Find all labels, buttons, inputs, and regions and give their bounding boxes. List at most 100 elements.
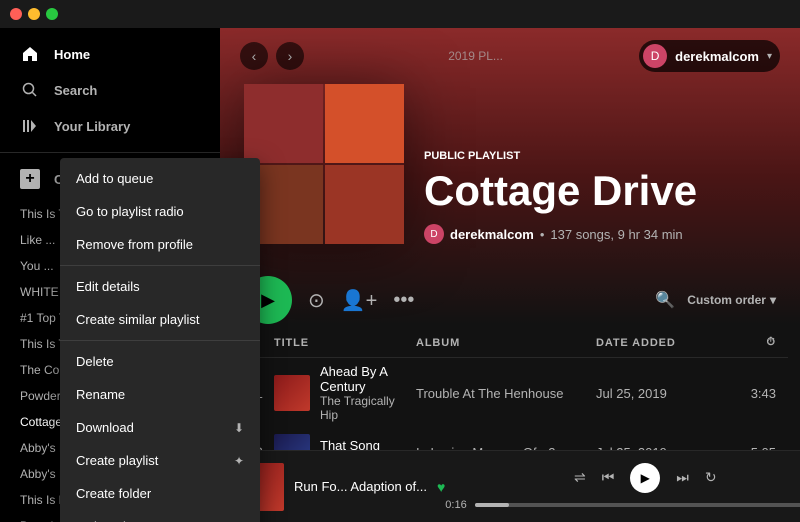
sidebar-item-home[interactable]: Home (8, 36, 212, 72)
library-label: Your Library (54, 119, 130, 134)
track-search-icon[interactable]: 🔍 (655, 290, 675, 310)
progress-bar[interactable] (475, 503, 800, 507)
track-date: Jul 25, 2019 (596, 386, 716, 401)
sidebar-item-search[interactable]: Search (8, 72, 212, 108)
context-menu-divider (60, 265, 260, 266)
controls-bar: ▶ ⊙ 👤+ ••• 🔍 Custom order ▾ (220, 264, 800, 336)
now-playing: Run Fo... Adaption of... ♥ (236, 463, 445, 511)
avatar: D (643, 44, 667, 68)
col-title: TITLE (274, 337, 416, 349)
context-menu-divider2 (60, 340, 260, 341)
context-menu-go-to-playlist-radio[interactable]: Go to playlist radio (60, 195, 260, 228)
table-row[interactable]: 2 That Song Big Wreck In Loving Memory O… (232, 428, 788, 450)
search-icon (20, 80, 40, 100)
minimize-button[interactable] (28, 8, 40, 20)
time-current: 0:16 (445, 499, 466, 511)
context-menu-rename[interactable]: Rename (60, 378, 260, 411)
next-button[interactable]: ⏭ (676, 469, 689, 486)
user-menu[interactable]: D derekmalcom ▾ (639, 40, 780, 72)
play-pause-button[interactable]: ▶ (630, 463, 660, 493)
table-row[interactable]: 1 Ahead By A Century The Tragically Hip … (232, 358, 788, 428)
app-body: Home Search Your Library + Create Playli… (0, 28, 800, 522)
maximize-button[interactable] (46, 8, 58, 20)
nearby-playlist-label: 2019 PL... (448, 49, 503, 63)
playlist-meta: D derekmalcom • 137 songs, 9 hr 34 min (424, 224, 776, 244)
track-album: Trouble At The Henhouse (416, 386, 596, 401)
track-text: Ahead By A Century The Tragically Hip (320, 364, 416, 422)
playback-controls: ⇌ ⏮ ▶ ⏭ ↻ (574, 463, 717, 493)
chevron-down-icon: ▾ (770, 293, 776, 307)
main-content: ‹ › 2019 PL... D derekmalcom ▾ PUBLIC PL… (220, 28, 800, 522)
custom-order-button[interactable]: Custom order ▾ (687, 293, 776, 307)
download-label: Download (76, 420, 134, 435)
owner-avatar: D (424, 224, 444, 244)
custom-order-label: Custom order (687, 293, 766, 307)
user-chevron-icon: ▾ (767, 51, 772, 62)
context-menu-make-private[interactable]: Make private (60, 510, 260, 522)
track-info: That Song Big Wreck (274, 434, 416, 450)
back-button[interactable]: ‹ (240, 42, 268, 70)
sidebar-item-library[interactable]: Your Library (8, 108, 212, 144)
track-text: That Song Big Wreck (320, 438, 380, 451)
now-playing-info: Run Fo... Adaption of... (294, 479, 427, 494)
username-label: derekmalcom (675, 49, 759, 64)
col-album: ALBUM (416, 337, 596, 349)
progress-bar-area: 0:16 5:28 (445, 499, 800, 511)
add-user-icon[interactable]: 👤+ (341, 288, 378, 313)
col-date: DATE ADDED (596, 337, 716, 349)
window-controls (10, 8, 58, 20)
context-menu-remove-from-profile[interactable]: Remove from profile (60, 228, 260, 261)
playlist-title: Cottage Drive (424, 168, 776, 214)
home-icon (20, 44, 40, 64)
context-menu-download[interactable]: Download ⬇ (60, 411, 260, 444)
context-menu-delete[interactable]: Delete (60, 345, 260, 378)
context-menu-create-playlist[interactable]: Create playlist ✦ (60, 444, 260, 477)
titlebar (0, 0, 800, 28)
context-menu-edit-details[interactable]: Edit details (60, 270, 260, 303)
download-circle-icon[interactable]: ⊙ (308, 288, 325, 313)
controls-right: 🔍 Custom order ▾ (655, 290, 776, 310)
sidebar-divider (0, 152, 220, 153)
more-options-icon[interactable]: ••• (393, 289, 414, 312)
track-title: That Song (320, 438, 380, 451)
topbar: ‹ › 2019 PL... D derekmalcom ▾ (220, 28, 800, 84)
context-menu-add-to-queue[interactable]: Add to queue (60, 162, 260, 195)
add-icon: ✦ (234, 454, 244, 468)
heart-icon[interactable]: ♥ (437, 479, 445, 495)
context-menu: Add to queue Go to playlist radio Remove… (60, 158, 260, 522)
bottom-player: Run Fo... Adaption of... ♥ ⇌ ⏮ ▶ ⏭ ↻ 0:1… (220, 450, 800, 522)
home-label: Home (54, 47, 90, 62)
cover-cell-2 (325, 84, 404, 163)
create-playlist-label2: Create playlist (76, 453, 158, 468)
track-duration: 3:43 (716, 386, 776, 401)
sidebar: Home Search Your Library + Create Playli… (0, 28, 220, 522)
shuffle-button[interactable]: ⇌ (574, 469, 586, 486)
library-icon (20, 116, 40, 136)
track-info: Ahead By A Century The Tragically Hip (274, 364, 416, 422)
search-label: Search (54, 83, 97, 98)
close-button[interactable] (10, 8, 22, 20)
progress-fill (475, 503, 509, 507)
context-menu-create-similar[interactable]: Create similar playlist (60, 303, 260, 336)
col-duration: ⏱ (716, 336, 776, 349)
playlist-stats: 137 songs, 9 hr 34 min (550, 227, 682, 242)
repeat-button[interactable]: ↻ (705, 469, 717, 486)
playlist-owner: derekmalcom (450, 227, 534, 242)
player-center: ⇌ ⏮ ▶ ⏭ ↻ 0:16 5:28 (445, 463, 800, 511)
context-menu-create-folder[interactable]: Create folder (60, 477, 260, 510)
playlist-cover (244, 84, 404, 244)
forward-button[interactable]: › (276, 42, 304, 70)
now-playing-title: Run Fo... Adaption of... (294, 479, 427, 494)
track-title: Ahead By A Century (320, 364, 416, 394)
playlist-info: PUBLIC PLAYLIST Cottage Drive D derekmal… (424, 150, 776, 244)
cover-cell-4 (325, 165, 404, 244)
track-thumbnail (274, 434, 310, 450)
separator: • (540, 227, 545, 242)
track-thumbnail (274, 375, 310, 411)
nav-buttons: ‹ › (240, 42, 304, 70)
playlist-type-label: PUBLIC PLAYLIST (424, 150, 776, 162)
cover-cell-1 (244, 84, 323, 163)
track-list-header: # TITLE ALBUM DATE ADDED ⏱ (232, 336, 788, 358)
download-icon: ⬇ (234, 421, 244, 435)
prev-button[interactable]: ⏮ (602, 469, 615, 486)
